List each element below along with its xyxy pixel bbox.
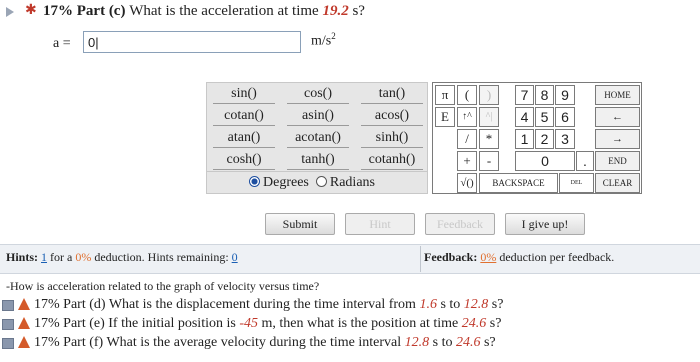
feedback-deduction: 0%	[480, 250, 497, 264]
caret-key[interactable]: ^|	[479, 107, 499, 127]
digit-9-key[interactable]: 9	[555, 85, 575, 105]
clear-key[interactable]: CLEAR	[595, 173, 640, 193]
answer-input[interactable]: 0|	[83, 31, 301, 53]
decimal-key[interactable]: .	[576, 151, 594, 171]
rparen-key[interactable]: )	[479, 85, 499, 105]
question-part: Part (c)	[76, 3, 126, 19]
power-key[interactable]: ↑^	[457, 107, 477, 127]
acotan-button[interactable]: acotan()	[281, 127, 355, 149]
function-grid: sin() cos() tan() cotan() asin() acos() …	[206, 82, 428, 172]
warning-icon	[18, 336, 30, 348]
question-percent: 17%	[43, 3, 73, 19]
digit-8-key[interactable]: 8	[535, 85, 554, 105]
variable-label: a =	[53, 36, 71, 51]
hints-info: Hints: 1 for a 0% deduction. Hints remai…	[6, 250, 238, 264]
end-key[interactable]: END	[595, 151, 640, 171]
home-key[interactable]: HOME	[595, 85, 640, 105]
question-title: 17% Part (c) What is the acceleration at…	[43, 3, 365, 20]
hints-deduction: 0%	[75, 250, 92, 264]
digit-1-key[interactable]: 1	[515, 129, 534, 149]
degrees-radio[interactable]	[249, 176, 260, 187]
angle-mode-row: Degrees Radians	[206, 172, 428, 194]
lparen-key[interactable]: (	[457, 85, 477, 105]
keypad: π ( ) 7 8 9 HOME E ↑^ ^| 4 5 6 ← / * 1 2…	[432, 82, 642, 194]
digit-7-key[interactable]: 7	[515, 85, 534, 105]
bar-divider	[420, 246, 421, 272]
asin-button[interactable]: asin()	[281, 105, 355, 127]
tanh-button[interactable]: tanh()	[281, 149, 355, 171]
digit-4-key[interactable]: 4	[515, 107, 534, 127]
question-time-value: 19.2	[322, 3, 349, 19]
degrees-label: Degrees	[263, 175, 309, 190]
hints-remaining: 0	[231, 250, 238, 264]
pi-key[interactable]: π	[435, 85, 455, 105]
part-d-row[interactable]: 17% Part (d) What is the displacement du…	[0, 297, 700, 315]
part-e-row[interactable]: 17% Part (e) If the initial position is …	[0, 316, 700, 334]
plus-key[interactable]: +	[457, 151, 477, 171]
e-key[interactable]: E	[435, 107, 455, 127]
divide-key[interactable]: /	[457, 129, 477, 149]
digit-6-key[interactable]: 6	[555, 107, 575, 127]
digit-3-key[interactable]: 3	[555, 129, 575, 149]
cosh-button[interactable]: cosh()	[207, 149, 281, 171]
left-arrow-key[interactable]: ←	[595, 107, 640, 127]
sqrt-key[interactable]: √()	[457, 173, 477, 193]
backspace-key[interactable]: BACKSPACE	[479, 173, 558, 193]
acos-button[interactable]: acos()	[355, 105, 429, 127]
feedback-button[interactable]: Feedback	[425, 213, 495, 235]
digit-2-key[interactable]: 2	[535, 129, 554, 149]
sin-button[interactable]: sin()	[207, 83, 281, 105]
digit-0-key[interactable]: 0	[515, 151, 575, 171]
unit-label: m/s2	[311, 31, 336, 49]
hint-note: -How is acceleration related to the grap…	[6, 279, 320, 293]
warning-icon	[18, 298, 30, 310]
give-up-button[interactable]: I give up!	[505, 213, 585, 235]
minus-key[interactable]: -	[479, 151, 499, 171]
del-key[interactable]: DEL	[559, 173, 594, 193]
cotanh-button[interactable]: cotanh()	[355, 149, 429, 171]
part-status-icon	[2, 319, 14, 330]
cotan-button[interactable]: cotan()	[207, 105, 281, 127]
hint-button[interactable]: Hint	[345, 213, 415, 235]
digit-5-key[interactable]: 5	[535, 107, 554, 127]
part-status-icon	[2, 300, 14, 311]
sinh-button[interactable]: sinh()	[355, 127, 429, 149]
right-arrow-key[interactable]: →	[595, 129, 640, 149]
part-f-row[interactable]: 17% Part (f) What is the average velocit…	[0, 335, 700, 353]
radians-radio[interactable]	[315, 176, 327, 187]
atan-button[interactable]: atan()	[207, 127, 281, 149]
play-icon[interactable]	[6, 7, 14, 17]
radians-label: Radians	[329, 175, 375, 190]
cos-button[interactable]: cos()	[281, 83, 355, 105]
multiply-key[interactable]: *	[479, 129, 499, 149]
question-text: What is the acceleration at time	[129, 3, 319, 19]
feedback-info: Feedback: 0% deduction per feedback.	[424, 250, 615, 264]
submit-button[interactable]: Submit	[265, 213, 335, 235]
hints-count[interactable]: 1	[41, 250, 47, 264]
gear-icon: ✱	[25, 3, 37, 18]
warning-icon	[18, 317, 30, 329]
part-status-icon	[2, 338, 14, 349]
question-text-end: s?	[352, 3, 365, 19]
tan-button[interactable]: tan()	[355, 83, 429, 105]
